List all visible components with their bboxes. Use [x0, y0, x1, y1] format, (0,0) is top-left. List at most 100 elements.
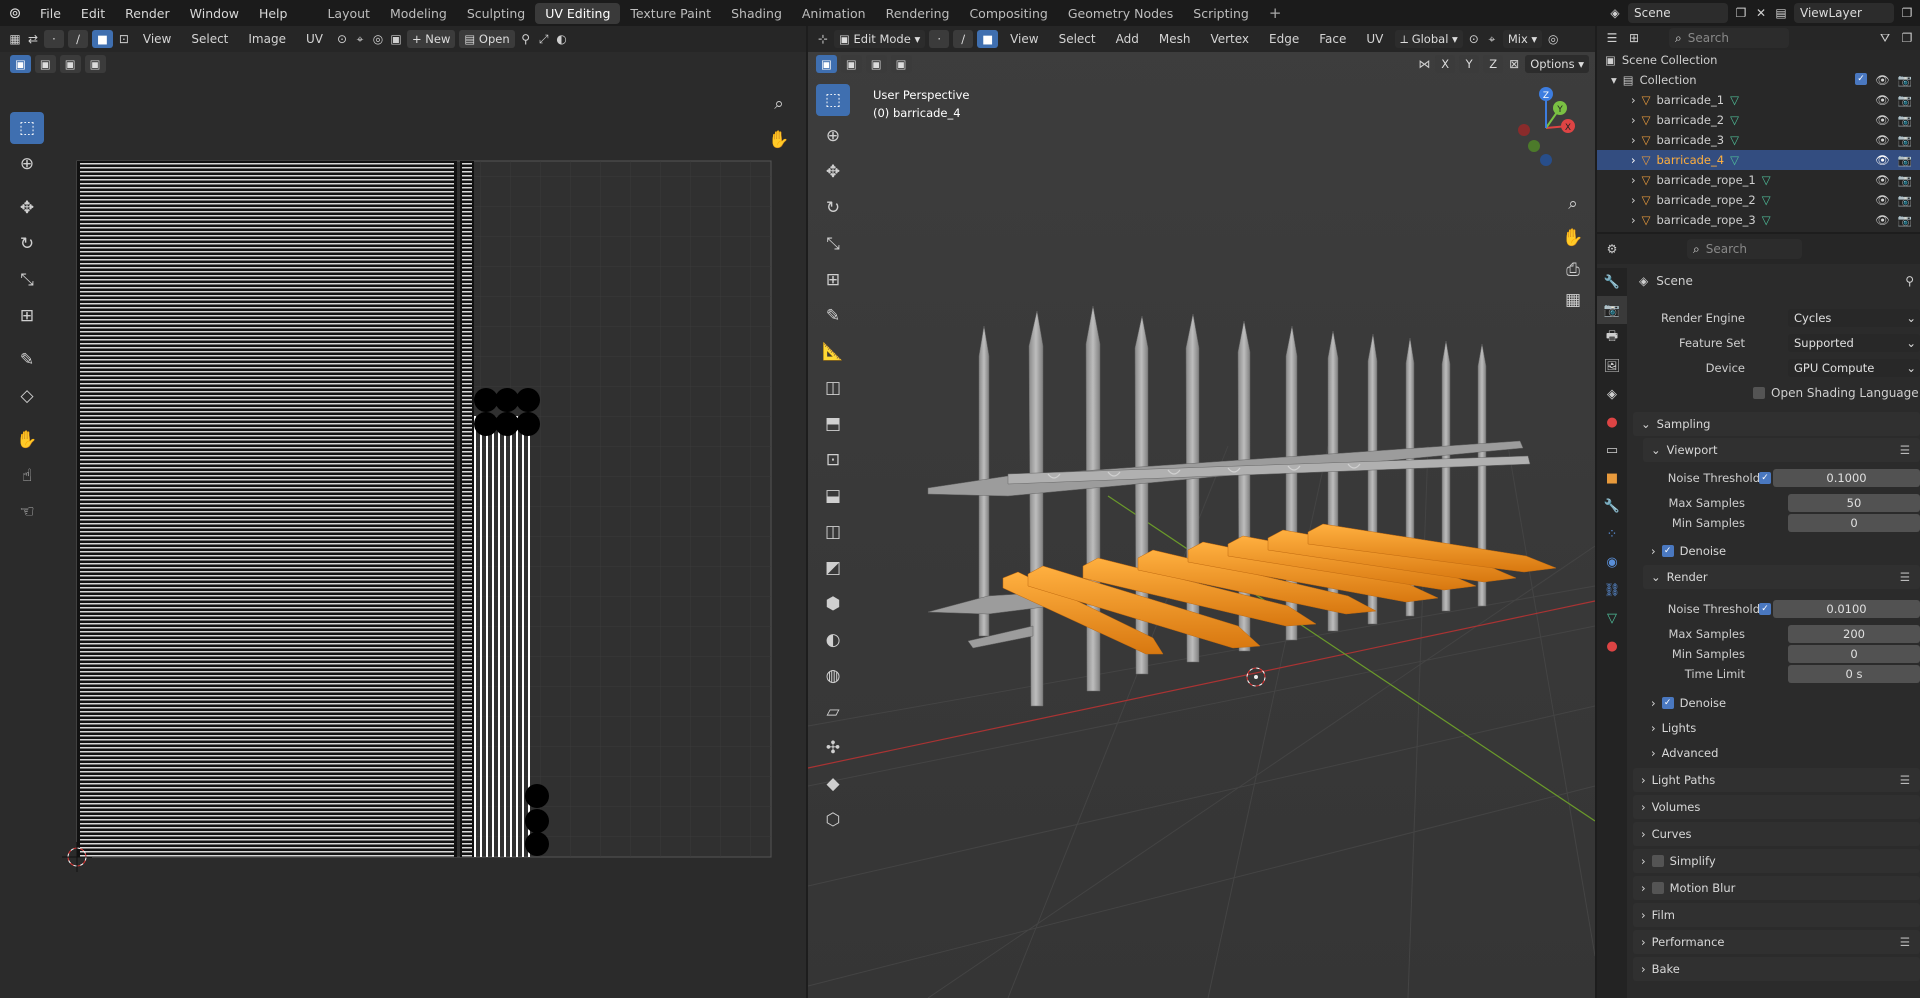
gizmo-neg-y-icon[interactable] [1528, 140, 1540, 152]
mirror-y-toggle[interactable]: Y [1459, 55, 1480, 73]
new-scene-icon[interactable]: ❐ [1734, 6, 1748, 20]
viewport-subpanel-header[interactable]: ⌄ Viewport ☰ [1643, 438, 1920, 462]
vp-select-box-tool[interactable]: ⬚ [816, 84, 850, 116]
camera-view-icon[interactable]: ⎙ [1556, 254, 1590, 286]
new-view-layer-icon[interactable]: ❐ [1900, 6, 1914, 20]
expand-arrow-icon[interactable]: › [1631, 93, 1636, 107]
gizmo-toggle-icon[interactable]: ⤢ [537, 32, 551, 46]
vp-menu-add[interactable]: Add [1108, 32, 1147, 46]
mirror-z-toggle[interactable]: Z [1483, 55, 1504, 73]
vp-scale-tool[interactable]: ⤡ [816, 228, 850, 260]
render-icon[interactable]: 📷 [1898, 133, 1912, 147]
expand-arrow-icon[interactable]: › [1631, 213, 1636, 227]
bake-panel[interactable]: › Bake [1633, 957, 1920, 981]
face-select-mode[interactable]: ■ [92, 30, 113, 48]
cursor-tool[interactable]: ⊕ [10, 148, 44, 180]
scale-tool[interactable]: ⤡ [10, 264, 44, 296]
lights-subpanel[interactable]: › Lights [1643, 716, 1920, 740]
vertex-mode-button[interactable]: · [929, 30, 950, 48]
new-collection-icon[interactable]: ❐ [1900, 31, 1914, 45]
volumes-panel[interactable]: › Volumes [1633, 795, 1920, 819]
curves-panel[interactable]: › Curves [1633, 822, 1920, 846]
performance-panel[interactable]: › Performance ☰ [1633, 930, 1920, 954]
auto-merge-icon[interactable]: ⊠ [1507, 57, 1521, 71]
tab-geometry-nodes[interactable]: Geometry Nodes [1058, 3, 1183, 24]
r-denoise-subpanel[interactable]: › ✓ Denoise [1643, 691, 1920, 715]
vp-rotate-tool[interactable]: ↻ [816, 192, 850, 224]
vp-menu-face[interactable]: Face [1311, 32, 1354, 46]
rip-region-tool[interactable]: ⬡ [816, 804, 850, 836]
options-dropdown[interactable]: Options ▾ [1525, 55, 1589, 73]
motion-blur-panel[interactable]: › Motion Blur [1633, 876, 1920, 900]
tab-texture-paint[interactable]: Texture Paint [620, 3, 721, 24]
3d-viewport[interactable]: ⊹ ▣ Edit Mode ▾ · ∕ ■ View Select Add Me… [808, 26, 1595, 998]
proportional-falloff-selector[interactable]: Mix ▾ [1502, 30, 1543, 48]
bevel-tool[interactable]: ⬓ [816, 480, 850, 512]
pivot-point-icon[interactable]: ⊙ [1467, 32, 1481, 46]
spin-tool[interactable]: ◐ [816, 624, 850, 656]
outliner-item[interactable]: › ▽ barricade_rope_2 ▽ 👁 📷 [1597, 190, 1920, 210]
vp-menu-view[interactable]: View [1002, 32, 1046, 46]
select-extend-mode[interactable]: ▣ [34, 55, 56, 73]
film-panel[interactable]: › Film [1633, 903, 1920, 927]
orientation-selector[interactable]: ⟂ Global ▾ [1395, 30, 1463, 48]
gizmo-neg-x-icon[interactable] [1518, 124, 1530, 136]
pan-hand-icon[interactable]: ✋ [762, 124, 796, 156]
collapse-arrow-icon[interactable]: ▾ [1611, 73, 1617, 87]
render-icon[interactable]: 📷 [1898, 93, 1912, 107]
vp-select-subtract-mode[interactable]: ▣ [865, 55, 887, 73]
image-browse-icon[interactable]: ▣ [389, 32, 403, 46]
presets-list-icon[interactable]: ☰ [1900, 935, 1910, 949]
material-tab-icon[interactable]: ● [1597, 632, 1627, 660]
vp-denoise-checkbox[interactable]: ✓ [1661, 545, 1674, 557]
vp-zoom-icon[interactable]: ⌕ [1556, 188, 1590, 220]
filter-icon[interactable]: ⛛ [1878, 31, 1892, 45]
menu-render[interactable]: Render [115, 6, 180, 21]
tab-scripting[interactable]: Scripting [1183, 3, 1259, 24]
edge-mode-button[interactable]: ∕ [953, 30, 974, 48]
physics-tab-icon[interactable]: ◉ [1597, 548, 1627, 576]
vp-menu-edge[interactable]: Edge [1261, 32, 1307, 46]
visibility-icon[interactable]: 👁 [1875, 93, 1890, 107]
vp-noise-threshold-field[interactable]: 0.1000 [1773, 469, 1920, 487]
smooth-tool[interactable]: ◍ [816, 660, 850, 692]
expand-arrow-icon[interactable]: › [1631, 193, 1636, 207]
gizmo-neg-z-icon[interactable] [1540, 154, 1552, 166]
vp-annotate-tool[interactable]: ✎ [816, 300, 850, 332]
transform-tool[interactable]: ⊞ [10, 300, 44, 332]
outliner-item[interactable]: › ▽ barricade_rope_3 ▽ 👁 📷 [1597, 210, 1920, 230]
sticky-select-icon[interactable]: ⊡ [117, 32, 131, 46]
blender-logo-icon[interactable]: ⊚ [0, 4, 30, 22]
add-cube-tool[interactable]: ◫ [816, 372, 850, 404]
visibility-icon[interactable]: 👁 [1875, 193, 1890, 207]
editor-type-icon[interactable]: ▦ [8, 32, 22, 46]
modifier-tab-icon[interactable]: 🔧 [1597, 492, 1627, 520]
pin-context-icon[interactable]: ⚲ [1905, 274, 1914, 288]
vp-select-extend-mode[interactable]: ▣ [840, 55, 862, 73]
output-tab-icon[interactable]: 🖶 [1597, 324, 1627, 352]
delete-scene-icon[interactable]: ✕ [1754, 6, 1768, 20]
pin-icon[interactable]: ⚲ [519, 32, 533, 46]
advanced-subpanel[interactable]: › Advanced [1643, 741, 1920, 765]
uv-menu-select[interactable]: Select [183, 32, 236, 46]
shear-tool[interactable]: ◆ [816, 768, 850, 800]
light-paths-panel[interactable]: › Light Paths ☰ [1633, 768, 1920, 792]
vp-min-samples-field[interactable]: 0 [1788, 514, 1920, 532]
open-image-button[interactable]: ▤ Open [459, 30, 515, 48]
r-denoise-checkbox[interactable]: ✓ [1661, 697, 1674, 709]
collection-render-icon[interactable]: 📷 [1898, 73, 1912, 87]
particles-tab-icon[interactable]: ⁘ [1597, 520, 1627, 548]
face-mode-button[interactable]: ■ [977, 30, 999, 48]
vp-noise-threshold-checkbox[interactable]: ✓ [1759, 472, 1771, 484]
move-tool[interactable]: ✥ [10, 192, 44, 224]
visibility-icon[interactable]: 👁 [1875, 213, 1890, 227]
expand-arrow-icon[interactable]: › [1631, 173, 1636, 187]
tab-compositing[interactable]: Compositing [959, 3, 1057, 24]
grab-tool[interactable]: ✋ [10, 424, 44, 456]
collection-include-checkbox[interactable]: ✓ [1855, 73, 1868, 85]
time-limit-field[interactable]: 0 s [1788, 665, 1920, 683]
tab-shading[interactable]: Shading [721, 3, 792, 24]
simplify-checkbox[interactable] [1651, 855, 1664, 867]
snap-toggle-icon[interactable]: ⌖ [1485, 32, 1499, 46]
visibility-icon[interactable]: 👁 [1875, 153, 1890, 167]
